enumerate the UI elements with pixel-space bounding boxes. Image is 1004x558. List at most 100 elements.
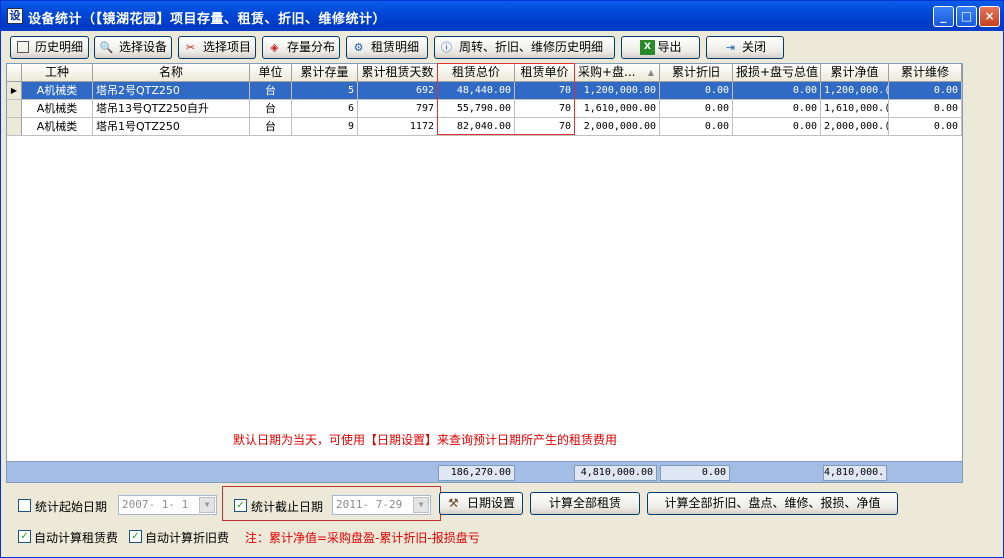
cell-rental-price[interactable]: 70 (515, 82, 575, 100)
col-header-stock[interactable]: 累计存量 (292, 64, 358, 82)
default-date-hint: 默认日期为当天，可使用【日期设置】来查询预计日期所产生的租赁费用 (233, 433, 618, 447)
row-indicator-header (7, 64, 22, 82)
table-row[interactable]: ▶ A机械类 塔吊2号QTZ250 台 5 692 48,440.00 70 1… (7, 82, 962, 100)
cell-stock[interactable]: 6 (292, 100, 358, 118)
col-header-depreciation[interactable]: 累计折旧 (660, 64, 733, 82)
col-header-unit[interactable]: 单位 (250, 64, 292, 82)
cell-net[interactable]: 1,610,000.( (821, 100, 889, 118)
cell-purchase[interactable]: 1,610,000.00 (575, 100, 660, 118)
title-bar[interactable]: 设 设备统计（【镜湖花园】项目存量、租赁、折旧、维修统计） _ □ × (1, 1, 1003, 31)
select-project-button[interactable]: ✂ 选择项目 (178, 36, 256, 59)
cell-repair[interactable]: 0.00 (889, 82, 962, 100)
history-detail-button[interactable]: 历史明细 (10, 36, 89, 59)
turnover-history-button[interactable]: ⓘ 周转、折旧、维修历史明细 (434, 36, 615, 59)
window-title: 设备统计（【镜湖花园】项目存量、租赁、折旧、维修统计） (28, 12, 387, 27)
cell-stock[interactable]: 5 (292, 82, 358, 100)
cell-rental-total[interactable]: 55,790.00 (438, 100, 515, 118)
cell-loss[interactable]: 0.00 (733, 118, 821, 136)
toolbar: 历史明细 🔍 选择设备 ✂ 选择项目 ◈ 存量分布 ⚙ 租赁明细 ⓘ 周转、折旧、维修历史… (1, 33, 1003, 61)
cell-depreciation[interactable]: 0.00 (660, 118, 733, 136)
cell-type[interactable]: A机械类 (22, 118, 93, 136)
cell-unit[interactable]: 台 (250, 118, 292, 136)
grid-header: 工种 名称 单位 累计存量 累计租赁天数 租赁总价 租赁单价 采购+盘... ▲ … (7, 64, 962, 82)
table-row[interactable]: A机械类 塔吊1号QTZ250 台 9 1172 82,040.00 70 2,… (7, 118, 962, 136)
sort-ascending-icon: ▲ (647, 68, 654, 77)
equipment-grid[interactable]: 工种 名称 单位 累计存量 累计租赁天数 租赁总价 租赁单价 采购+盘... ▲ … (6, 63, 963, 483)
auto-rent-label: 自动计算租赁费 (34, 531, 119, 545)
net-value-formula-note: 注：累计净值=采购盘盈-累计折旧-报损盘亏 (245, 531, 480, 545)
auto-depreciation-checkbox[interactable]: ✓ (129, 530, 142, 543)
tools-icon: ✂ (185, 41, 196, 54)
cell-net[interactable]: 2,000,000.( (821, 118, 889, 136)
rental-detail-button[interactable]: ⚙ 租赁明细 (346, 36, 428, 59)
cell-name[interactable]: 塔吊1号QTZ250 (93, 118, 250, 136)
cell-loss[interactable]: 0.00 (733, 100, 821, 118)
gear-icon: ⚙ (353, 41, 364, 54)
select-equipment-button[interactable]: 🔍 选择设备 (94, 36, 172, 59)
table-row[interactable]: A机械类 塔吊13号QTZ250自升 台 6 797 55,790.00 70 … (7, 100, 962, 118)
cell-depreciation[interactable]: 0.00 (660, 82, 733, 100)
col-header-repair[interactable]: 累计维修 (889, 64, 962, 82)
total-net: 4,810,000. (823, 465, 887, 481)
calc-all-rent-button[interactable]: 计算全部租赁 (530, 492, 640, 515)
end-date-picker[interactable]: 2011- 7-29 ▼ (332, 495, 431, 515)
col-header-type[interactable]: 工种 (22, 64, 93, 82)
maximize-button[interactable]: □ (956, 6, 977, 27)
auto-rent-checkbox[interactable]: ✓ (18, 530, 31, 543)
end-date-checkbox[interactable]: ✓ (234, 499, 247, 512)
cell-net[interactable]: 1,200,000.( (821, 82, 889, 100)
cell-rental-days[interactable]: 1172 (358, 118, 438, 136)
search-icon: 🔍 (99, 41, 114, 54)
cell-rental-price[interactable]: 70 (515, 100, 575, 118)
cell-rental-total[interactable]: 82,040.00 (438, 118, 515, 136)
cell-rental-days[interactable]: 692 (358, 82, 438, 100)
auto-depreciation-label: 自动计算折旧费 (145, 531, 230, 545)
total-rental: 186,270.00 (438, 465, 515, 481)
start-date-checkbox[interactable] (18, 499, 31, 512)
calc-all-depreciation-button[interactable]: 计算全部折旧、盘点、维修、报损、净值 (647, 492, 898, 515)
row-indicator (7, 100, 22, 118)
cell-stock[interactable]: 9 (292, 118, 358, 136)
minimize-button[interactable]: _ (933, 6, 954, 27)
col-header-loss[interactable]: 报损+盘亏总值 (733, 64, 821, 82)
distribution-icon: ◈ (270, 41, 279, 54)
cell-rental-total[interactable]: 48,440.00 (438, 82, 515, 100)
close-window-button[interactable]: × (979, 6, 1000, 27)
cell-loss[interactable]: 0.00 (733, 82, 821, 100)
cell-unit[interactable]: 台 (250, 82, 292, 100)
exit-door-icon: ⇥ (725, 41, 736, 54)
col-header-rental-days[interactable]: 累计租赁天数 (358, 64, 438, 82)
history-icon (17, 41, 29, 53)
cell-repair[interactable]: 0.00 (889, 100, 962, 118)
excel-icon: X (640, 40, 655, 55)
col-header-name[interactable]: 名称 (93, 64, 250, 82)
cell-purchase[interactable]: 1,200,000.00 (575, 82, 660, 100)
export-button[interactable]: X 导出 (621, 36, 700, 59)
cell-type[interactable]: A机械类 (22, 82, 93, 100)
cell-repair[interactable]: 0.00 (889, 118, 962, 136)
col-header-rental-total[interactable]: 租赁总价 (438, 64, 515, 82)
total-depreciation: 0.00 (660, 465, 730, 481)
close-button[interactable]: ⇥ 关闭 (706, 36, 784, 59)
col-header-rental-price[interactable]: 租赁单价 (515, 64, 575, 82)
cell-depreciation[interactable]: 0.00 (660, 100, 733, 118)
stock-distribution-button[interactable]: ◈ 存量分布 (262, 36, 340, 59)
app-icon: 设 (7, 8, 23, 24)
date-settings-button[interactable]: ⚒ 日期设置 (439, 492, 523, 515)
cell-rental-price[interactable]: 70 (515, 118, 575, 136)
start-date-label: 统计起始日期 (35, 500, 108, 514)
cell-unit[interactable]: 台 (250, 100, 292, 118)
cell-type[interactable]: A机械类 (22, 100, 93, 118)
cell-name[interactable]: 塔吊13号QTZ250自升 (93, 100, 250, 118)
col-header-purchase[interactable]: 采购+盘... ▲ (575, 64, 660, 82)
row-indicator (7, 118, 22, 136)
cell-rental-days[interactable]: 797 (358, 100, 438, 118)
info-icon: ⓘ (441, 41, 452, 54)
row-pointer-icon: ▶ (7, 82, 22, 100)
start-date-picker[interactable]: 2007- 1- 1 ▼ (118, 495, 217, 515)
cell-purchase[interactable]: 2,000,000.00 (575, 118, 660, 136)
col-header-net[interactable]: 累计净值 (821, 64, 889, 82)
totals-bar: 186,270.00 4,810,000.00 0.00 4,810,000. (6, 461, 963, 483)
hammer-icon: ⚒ (448, 496, 459, 510)
cell-name[interactable]: 塔吊2号QTZ250 (93, 82, 250, 100)
